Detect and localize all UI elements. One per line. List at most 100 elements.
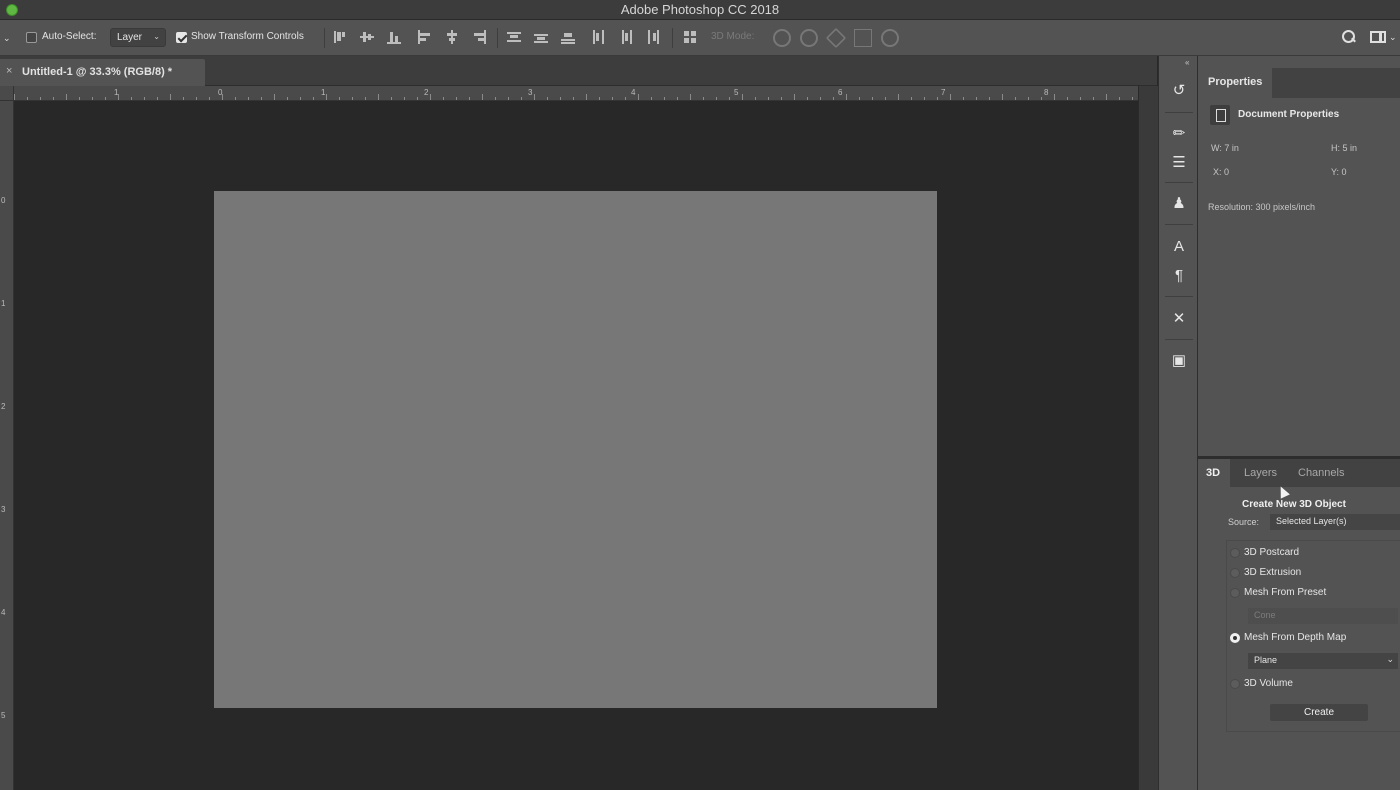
clone-source-icon[interactable]: ♟ [1169, 194, 1189, 214]
radio-3d-postcard[interactable] [1230, 548, 1240, 558]
ruler-tick [248, 97, 249, 100]
horizontal-ruler[interactable]: 1 0 1 2 3 4 5 6 7 8 [14, 86, 1138, 101]
depth-map-dropdown[interactable]: Plane ⌄ [1248, 653, 1398, 669]
radio-mesh-from-preset[interactable] [1230, 588, 1240, 598]
width-field[interactable]: W: 7 in [1211, 143, 1239, 153]
orbit-3d-icon[interactable] [773, 29, 791, 47]
tool-preset-chevron-down-icon[interactable]: ⌄ [3, 33, 11, 44]
align-right-icon[interactable] [472, 30, 486, 44]
option-3d-extrusion[interactable]: 3D Extrusion [1230, 565, 1398, 581]
ruler-label: 4 [1, 608, 6, 617]
ruler-tick [781, 97, 782, 100]
y-field[interactable]: Y: 0 [1331, 167, 1347, 177]
distribute-bottom-icon[interactable] [561, 30, 575, 44]
tools-icon[interactable]: ✕ [1169, 309, 1189, 329]
divider [1165, 224, 1193, 225]
ruler-origin[interactable] [0, 86, 14, 101]
ruler-tick [1067, 97, 1068, 100]
ruler-tick [729, 97, 730, 100]
divider [1165, 112, 1193, 113]
show-transform-checkbox[interactable] [176, 32, 187, 43]
character-icon[interactable]: A [1169, 237, 1189, 257]
divider [324, 28, 325, 48]
divider [672, 28, 673, 48]
auto-select-target-dropdown[interactable]: Layer ⌄ [110, 28, 166, 47]
distribute-horizontal-center-icon[interactable] [619, 30, 633, 44]
document-tab[interactable]: × Untitled-1 @ 33.3% (RGB/8) * [0, 59, 205, 86]
ruler-tick [287, 97, 288, 100]
scale-3d-icon[interactable] [881, 29, 899, 47]
ruler-tick [911, 97, 912, 100]
brush-icon[interactable]: ✏ [1169, 124, 1189, 144]
history-icon[interactable]: ↺ [1169, 81, 1189, 101]
auto-select-target-value: Layer [117, 32, 143, 43]
height-field[interactable]: H: 5 in [1331, 143, 1357, 153]
vertical-ruler[interactable]: 0 1 2 3 4 5 [0, 101, 14, 790]
radio-mesh-from-depth-map[interactable] [1230, 633, 1240, 643]
ruler-tick [703, 97, 704, 100]
source-dropdown[interactable]: Selected Layer(s) [1270, 514, 1400, 530]
ruler-tick [365, 97, 366, 100]
title-bar: Adobe Photoshop CC 2018 [0, 0, 1400, 20]
align-horizontal-center-icon[interactable] [445, 30, 459, 44]
create-3d-heading: Create New 3D Object [1242, 499, 1346, 510]
distribute-right-icon[interactable] [646, 30, 660, 44]
create-button[interactable]: Create [1270, 704, 1368, 721]
option-3d-volume[interactable]: 3D Volume [1230, 676, 1398, 692]
auto-align-icon[interactable] [683, 30, 697, 44]
tab-3d[interactable]: 3D [1198, 459, 1230, 487]
adjustments-icon[interactable]: ☰ [1169, 153, 1189, 173]
ruler-tick [118, 94, 119, 100]
ruler-tick [1028, 97, 1029, 100]
ruler-tick [716, 97, 717, 100]
radio-3d-volume[interactable] [1230, 679, 1240, 689]
auto-select-checkbox[interactable] [26, 32, 37, 43]
tab-layers[interactable]: Layers [1236, 459, 1285, 487]
roll-3d-icon[interactable] [800, 29, 818, 47]
workspace-chevron-down-icon[interactable]: ⌄ [1389, 32, 1397, 43]
close-tab-icon[interactable]: × [6, 65, 12, 77]
export-icon[interactable]: ▣ [1169, 351, 1189, 371]
workspace-icon[interactable] [1370, 31, 1386, 43]
ruler-label: 8 [1044, 88, 1049, 97]
ruler-tick [1093, 97, 1094, 100]
option-label: Mesh From Preset [1244, 587, 1327, 598]
radio-3d-extrusion[interactable] [1230, 568, 1240, 578]
search-icon[interactable] [1340, 29, 1356, 45]
align-top-icon[interactable] [333, 30, 347, 44]
option-mesh-from-depth-map[interactable]: Mesh From Depth Map [1230, 630, 1398, 646]
pan-3d-icon[interactable] [825, 27, 847, 49]
ruler-tick [651, 97, 652, 100]
option-3d-postcard[interactable]: 3D Postcard [1230, 545, 1398, 561]
ruler-tick [547, 97, 548, 100]
ruler-tick [27, 97, 28, 100]
align-left-icon[interactable] [418, 30, 432, 44]
align-bottom-icon[interactable] [387, 30, 401, 44]
align-vertical-center-icon[interactable] [360, 30, 374, 44]
slide-3d-icon[interactable] [854, 29, 872, 47]
paragraph-icon[interactable]: ¶ [1169, 266, 1189, 286]
ruler-tick [469, 97, 470, 100]
distribute-vertical-center-icon[interactable] [534, 30, 548, 44]
preset-dropdown[interactable]: Cone [1248, 608, 1398, 624]
ruler-tick [755, 97, 756, 100]
distribute-top-icon[interactable] [507, 30, 521, 44]
document-properties-header: Document Properties [1208, 104, 1398, 126]
ruler-tick [14, 94, 15, 100]
properties-panel: Properties Document Properties W: 7 in H… [1198, 56, 1400, 456]
x-field[interactable]: X: 0 [1213, 167, 1229, 177]
ruler-tick [131, 97, 132, 100]
ruler-tick [898, 94, 899, 100]
option-mesh-from-preset[interactable]: Mesh From Preset [1230, 585, 1398, 601]
ruler-tick [339, 97, 340, 100]
ruler-tick [313, 97, 314, 100]
document-canvas[interactable] [214, 191, 937, 708]
document-tab-title: Untitled-1 @ 33.3% (RGB/8) * [22, 66, 173, 78]
ruler-tick [924, 97, 925, 100]
vertical-scrollbar[interactable] [1138, 86, 1158, 790]
collapse-panels-icon[interactable]: « [1185, 58, 1189, 67]
tab-properties[interactable]: Properties [1198, 68, 1272, 98]
tab-channels[interactable]: Channels [1290, 459, 1352, 487]
ruler-tick [391, 97, 392, 100]
distribute-left-icon[interactable] [592, 30, 606, 44]
